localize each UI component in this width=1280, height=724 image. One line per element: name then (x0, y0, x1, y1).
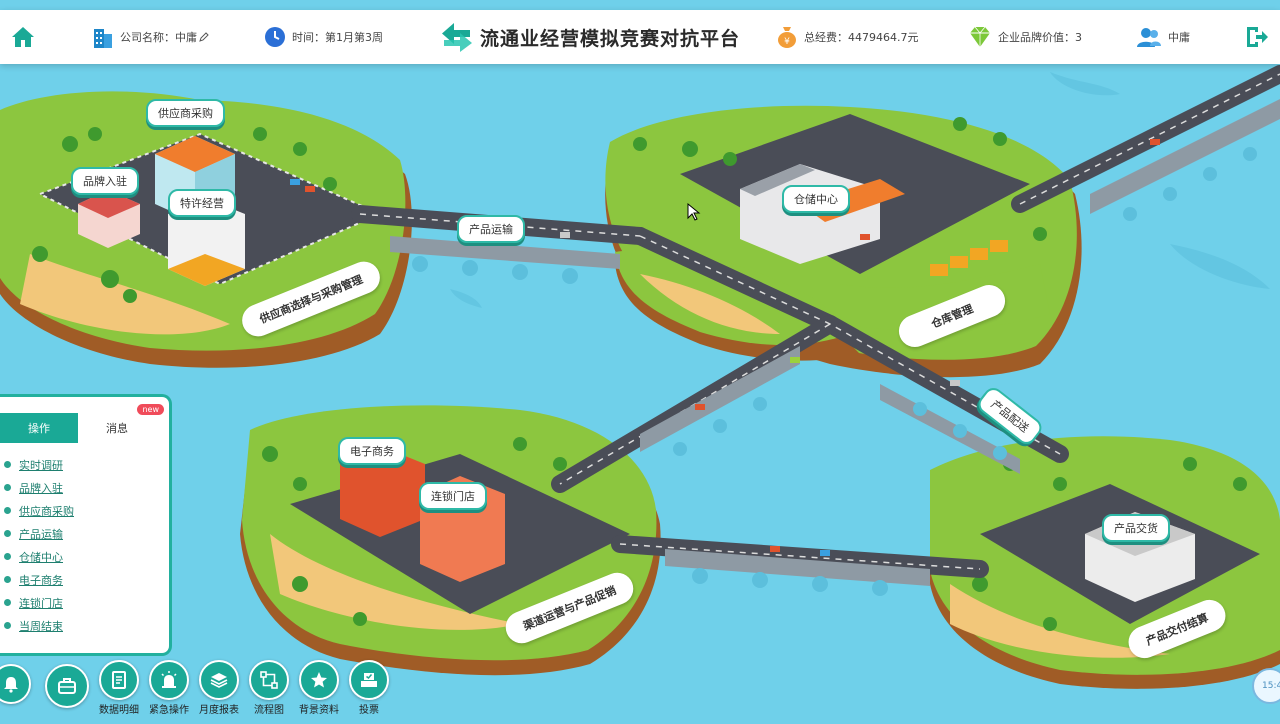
panel-tabs: 操作 消息 new (0, 404, 169, 443)
building-icon (94, 29, 112, 48)
menu-item-realtime-research[interactable]: 实时调研 (0, 453, 169, 476)
new-badge: new (137, 404, 164, 415)
operation-menu: 实时调研 品牌入驻 供应商采购 产品运输 仓储中心 电子商务 连锁门店 当周结束 (0, 453, 169, 637)
ballot-box-icon (361, 673, 377, 687)
exchange-arrows-icon (442, 23, 472, 52)
tab-messages[interactable]: 消息 new (78, 404, 164, 443)
bubble-chain-store[interactable]: 连锁门店 (419, 482, 487, 510)
platform-title: 流通业经营模拟竞赛对抗平台 (440, 10, 740, 64)
tool-flowchart[interactable]: 流程图 (244, 660, 294, 716)
user-icon (1137, 28, 1161, 47)
bullet-dot (4, 622, 11, 629)
total-fee-label: 总经费：4479464.7元 (804, 31, 919, 44)
tab-operations[interactable]: 操作 (0, 413, 78, 443)
briefcase-icon (58, 678, 76, 694)
operation-panel: 操作 消息 new 实时调研 品牌入驻 供应商采购 产品运输 仓储中心 电子商务… (0, 394, 172, 656)
svg-text:¥: ¥ (784, 37, 790, 47)
island-ecommerce (240, 405, 661, 676)
brand-value: 企业品牌价值：3 (968, 10, 1082, 64)
page-title: 流通业经营模拟竞赛对抗平台 (480, 27, 741, 50)
brand-value-label: 企业品牌价值：3 (998, 31, 1082, 44)
tool-vote[interactable]: 投票 (344, 660, 394, 716)
notification-button[interactable] (0, 664, 36, 704)
game-time: 时间：第1月第3周 (264, 10, 383, 64)
menu-item-end-week[interactable]: 当周结束 (0, 614, 169, 637)
bell-icon (4, 677, 18, 693)
tool-emergency[interactable]: 紧急操作 (144, 660, 194, 716)
tool-circle (299, 660, 339, 700)
time-label: 时间：第1月第3周 (292, 31, 383, 44)
tool-circle (99, 660, 139, 700)
total-fee: ¥ 总经费：4479464.7元 (776, 10, 919, 64)
home-button[interactable] (10, 10, 42, 64)
edit-icon[interactable] (199, 32, 209, 42)
bullet-dot (4, 599, 11, 606)
tool-label: 背景资料 (299, 705, 339, 716)
flowchart-icon (260, 671, 278, 689)
game-map: 供应商采购 品牌入驻 特许经营 产品运输 仓储中心 电子商务 连锁门店 产品配送… (0, 64, 1280, 720)
tool-background-info[interactable]: 背景资料 (294, 660, 344, 716)
siren-icon (161, 671, 177, 688)
user-name: 中庸 (1168, 31, 1190, 44)
logout-icon (1247, 27, 1268, 47)
user-profile[interactable]: 中庸 (1136, 10, 1190, 64)
bullet-dot (4, 507, 11, 514)
menu-item-warehouse[interactable]: 仓储中心 (0, 545, 169, 568)
company-label: 公司名称：中庸 (120, 31, 197, 44)
menu-item-chain-store[interactable]: 连锁门店 (0, 591, 169, 614)
bullet-dot (4, 461, 11, 468)
bullet-dot (4, 553, 11, 560)
document-list-icon (112, 671, 126, 689)
company-name[interactable]: 公司名称：中庸 (92, 10, 215, 64)
menu-item-transport[interactable]: 产品运输 (0, 522, 169, 545)
bullet-dot (4, 530, 11, 537)
bubble-warehouse[interactable]: 仓储中心 (782, 185, 850, 213)
tool-circle (149, 660, 189, 700)
top-bar: 公司名称：中庸 时间：第1月第3周 流通业经营模拟竞赛对抗平台 ¥ 总经费：44… (0, 10, 1280, 64)
tool-label: 数据明细 (99, 705, 139, 716)
island-supplier (0, 91, 412, 368)
briefcase-circle (45, 664, 89, 708)
bullet-dot (4, 484, 11, 491)
tool-label: 投票 (359, 705, 379, 716)
tab-messages-label: 消息 (106, 422, 128, 435)
tool-label: 流程图 (254, 705, 284, 716)
tool-monthly-report[interactable]: 月度报表 (194, 660, 244, 716)
bell-circle (0, 664, 31, 704)
tool-circle (199, 660, 239, 700)
tool-circle (249, 660, 289, 700)
star-icon (311, 672, 327, 688)
bubble-ecommerce[interactable]: 电子商务 (338, 437, 406, 465)
home-icon (12, 27, 34, 47)
menu-item-ecommerce[interactable]: 电子商务 (0, 568, 169, 591)
bubble-delivery[interactable]: 产品交货 (1102, 514, 1170, 542)
bullet-dot (4, 576, 11, 583)
bubble-franchise[interactable]: 特许经营 (168, 189, 236, 217)
bubble-supplier[interactable]: 供应商采购 (146, 99, 225, 127)
logout-button[interactable] (1244, 10, 1276, 64)
bubble-brand-entry[interactable]: 品牌入驻 (71, 167, 139, 195)
menu-item-supplier-purchase[interactable]: 供应商采购 (0, 499, 169, 522)
money-bag-icon: ¥ (778, 27, 796, 48)
tool-circle (349, 660, 389, 700)
layers-icon (210, 673, 228, 688)
tool-label: 紧急操作 (149, 705, 189, 716)
menu-item-brand-entry[interactable]: 品牌入驻 (0, 476, 169, 499)
map-scene (0, 65, 1280, 689)
clock-icon (265, 27, 285, 47)
diamond-icon (970, 26, 990, 47)
clock-widget[interactable]: 15:4 (1252, 668, 1280, 704)
briefcase-button[interactable] (42, 664, 92, 708)
tool-label: 月度报表 (199, 705, 239, 716)
tool-data-detail[interactable]: 数据明细 (94, 660, 144, 716)
bubble-transport[interactable]: 产品运输 (457, 215, 525, 243)
bottom-toolbar: 数据明细 紧急操作 月度报表 流程图 背景资料 投票 (0, 660, 420, 720)
